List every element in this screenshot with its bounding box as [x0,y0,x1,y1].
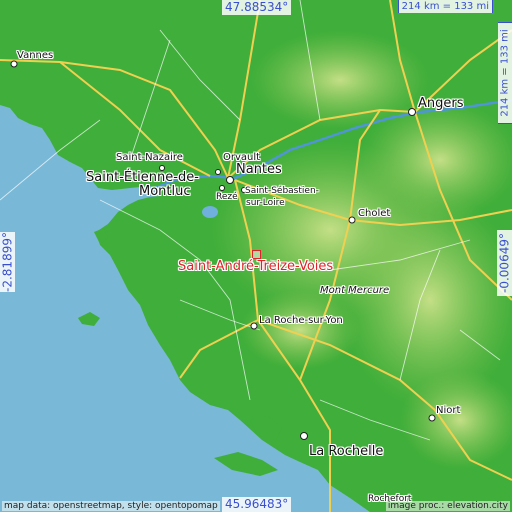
longitude-west-box: -2.81899° [0,232,15,292]
city-label-saint-etienne-line2: Montluc [139,184,191,199]
scale-bar-vertical: 214 km = 133 mi [499,29,511,117]
longitude-west: -2.81899° [0,232,14,292]
peak-label-mont-mercure: Mont Mercure [320,285,390,296]
city-label-saint-sebastien-line2: sur-Loire [246,198,285,208]
city-label-la-rochelle: La Rochelle [309,444,384,459]
latitude-north: 47.88534° [222,0,292,15]
map-attribution: map data: openstreetmap, style: opentopo… [2,501,220,511]
city-label-reze: Rezé [216,192,238,202]
city-label-niort: Niort [436,405,461,416]
upland-area [240,290,360,370]
city-label-vannes: Vannes [17,50,54,61]
city-label-angers: Angers [418,96,464,111]
city-label-nantes: Nantes [236,162,282,177]
focus-location-marker[interactable] [252,250,261,259]
focus-location-label[interactable]: Saint-André-Treize-Voies [178,259,333,274]
image-attribution: image proc.: elevation.city [385,501,510,511]
city-label-saint-nazaire: Saint-Nazaire [116,152,183,163]
scale-bar-horizontal: 214 km = 133 mi [397,0,493,13]
latitude-south: 45.96483° [222,497,292,512]
lake [202,206,218,218]
scale-bar-vertical-box: 214 km = 133 mi [498,22,512,124]
city-label-la-roche-sur-yon: La Roche-sur-Yon [259,315,343,326]
topographic-map[interactable]: 47.88534° 45.96483° -2.81899° -0.00649° … [0,0,512,512]
city-label-saint-etienne-line1: Saint-Étienne-de- [86,170,199,185]
longitude-east: -0.00649° [497,233,511,293]
city-label-cholet: Cholet [358,208,391,219]
longitude-east-box: -0.00649° [497,230,512,296]
city-label-saint-sebastien-line1: Saint-Sébastien- [245,186,319,196]
